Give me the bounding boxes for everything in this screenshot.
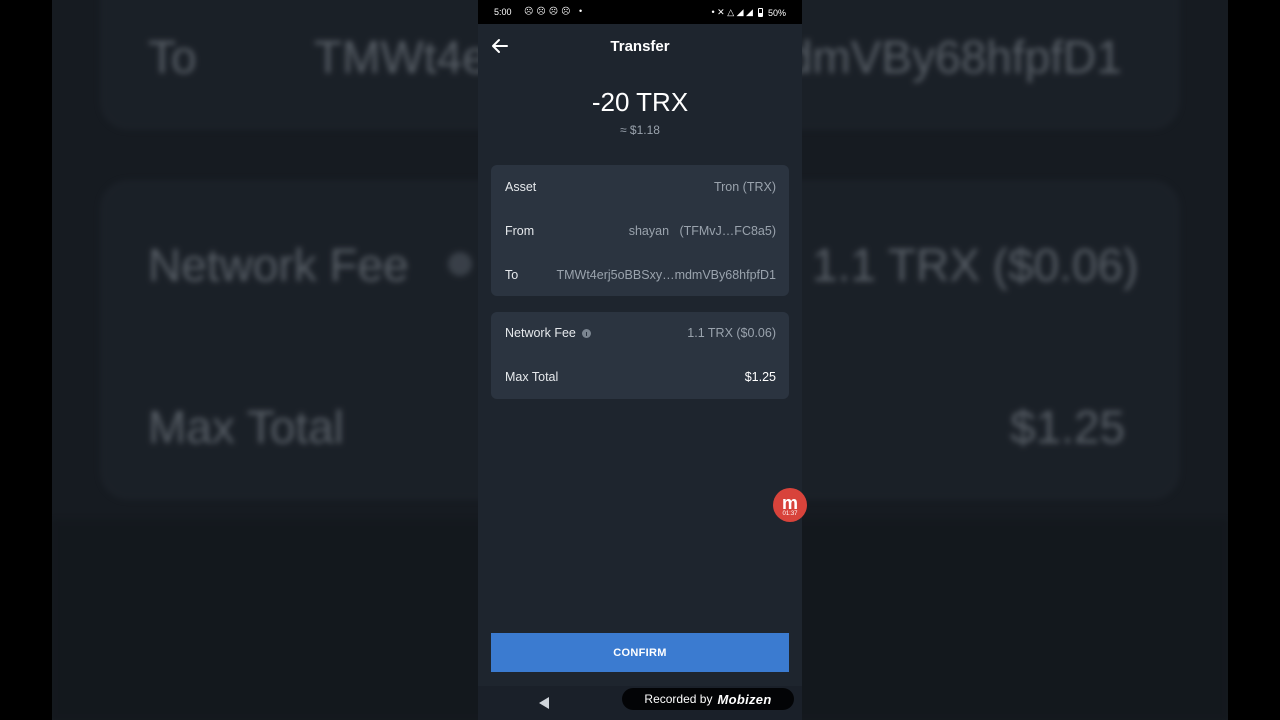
bg-total-value: $1.25 <box>1010 401 1126 453</box>
recorder-watermark: Recorded by Mobizen <box>622 688 794 710</box>
confirm-button[interactable]: CONFIRM <box>491 633 789 672</box>
recorder-logo-icon: m <box>781 493 798 513</box>
bg-fee-value: 1.1 TRX ($0.06) <box>812 239 1139 291</box>
to-address: TMWt4erj5oBBSxy…mdmVBy68hfpfD1 <box>556 268 776 282</box>
to-label: To <box>505 268 519 282</box>
bg-to-label: To <box>148 31 197 83</box>
from-label: From <box>505 224 535 238</box>
battery-percent: 50% <box>767 7 786 18</box>
transfer-details-card: Asset Tron (TRX) From shayan (TFMvJ…FC8a… <box>491 165 789 296</box>
phone-screen: 5:00 ☹☹☹☹ • • ✕ △ ◢ ◢ 50% Transfer -20 T… <box>478 0 802 720</box>
status-icons: • ✕ △ ◢ ◢ 50% <box>712 7 786 18</box>
screen: To TMWt4erj5oBBSxy…mdmVBy68hfpfD1 Networ… <box>0 0 1280 720</box>
app-header: Transfer <box>478 24 802 70</box>
nav-back-icon[interactable] <box>539 697 549 709</box>
screen-recorder-badge[interactable]: m 01:37 <box>773 488 807 522</box>
max-total-value: $1.25 <box>744 370 776 384</box>
notification-icons: ☹☹☹☹ • <box>524 6 586 16</box>
recorder-timer: 01:37 <box>782 511 798 517</box>
from-row: From shayan (TFMvJ…FC8a5) <box>505 221 776 241</box>
status-time: 5:00 <box>494 7 512 17</box>
bg-total-label: Max Total <box>148 401 345 453</box>
bg-info-icon <box>448 252 472 276</box>
from-value: shayan (TFMvJ…FC8a5) <box>628 224 776 238</box>
max-total-label: Max Total <box>505 370 559 384</box>
asset-value: Tron (TRX) <box>713 180 776 194</box>
watermark-text: Recorded by <box>644 692 713 706</box>
info-icon[interactable] <box>581 328 591 338</box>
asset-label: Asset <box>505 180 537 194</box>
mobizen-logo: Mobizen <box>717 691 772 707</box>
status-bar: 5:00 ☹☹☹☹ • • ✕ △ ◢ ◢ 50% <box>478 0 802 24</box>
transfer-fiat-value: ≈ $1.18 <box>620 123 660 137</box>
transfer-amount: -20 TRX <box>591 87 689 117</box>
bg-fee-label: Network Fee <box>148 239 409 291</box>
asset-row: Asset Tron (TRX) <box>505 177 776 197</box>
network-fee-value: 1.1 TRX ($0.06) <box>687 326 776 340</box>
system-status-icons: • ✕ △ ◢ ◢ <box>711 7 753 17</box>
page-title: Transfer <box>610 38 670 55</box>
network-fee-label-group: Network Fee <box>505 326 591 340</box>
battery-icon <box>757 8 763 17</box>
to-row: To TMWt4erj5oBBSxy…mdmVBy68hfpfD1 <box>505 265 776 285</box>
network-fee-row: Network Fee 1.1 TRX ($0.06) <box>505 323 776 343</box>
network-fee-label: Network Fee <box>505 326 576 340</box>
max-total-row: Max Total $1.25 <box>505 367 776 387</box>
fees-card: Network Fee 1.1 TRX ($0.06) Max Total $1… <box>491 312 789 399</box>
